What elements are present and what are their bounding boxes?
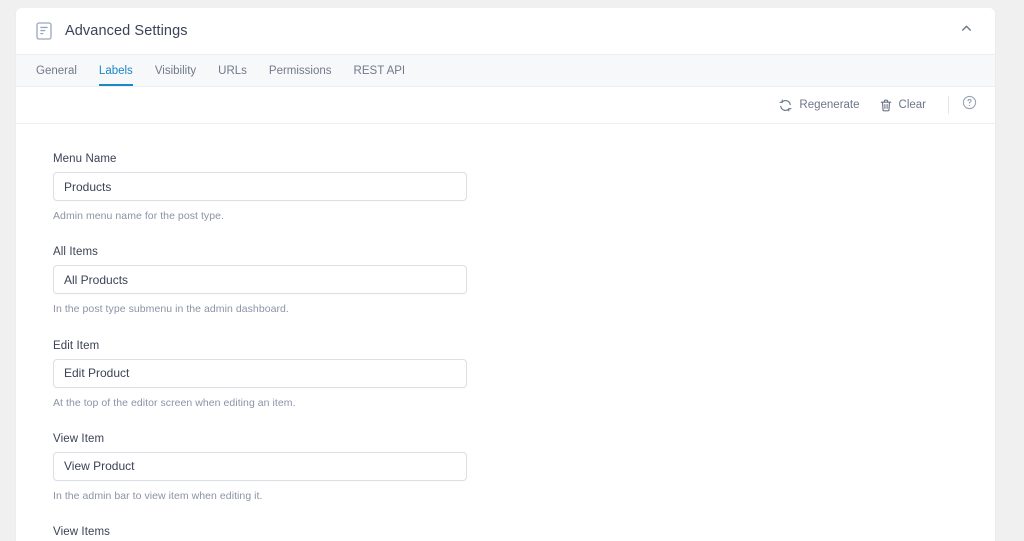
tab-general[interactable]: General: [36, 55, 88, 86]
chevron-up-icon: [960, 22, 973, 40]
tab-label: REST API: [353, 64, 406, 77]
advanced-settings-card: Advanced Settings General Labels Visibil…: [16, 8, 995, 541]
field-all-items: All Items In the post type submenu in th…: [53, 246, 975, 317]
field-label: All Items: [53, 246, 98, 259]
tab-permissions[interactable]: Permissions: [258, 55, 343, 86]
toolbar-divider: [948, 96, 949, 114]
tab-label: General: [36, 64, 77, 77]
help-button[interactable]: [959, 95, 979, 115]
tab-rest-api[interactable]: REST API: [343, 55, 417, 86]
tab-label: Permissions: [268, 64, 332, 77]
tab-visibility[interactable]: Visibility: [144, 55, 207, 86]
trash-icon: [880, 99, 892, 112]
tab-label: Visibility: [154, 64, 197, 77]
tab-label: URLs: [218, 64, 247, 77]
field-label: View Item: [53, 432, 105, 445]
view-item-input[interactable]: [53, 451, 467, 481]
card-header: Advanced Settings: [16, 8, 995, 55]
labels-form: Menu Name Admin menu name for the post t…: [16, 124, 995, 541]
field-help-text: At the top of the editor screen when edi…: [53, 396, 296, 409]
field-label: Menu Name: [53, 153, 117, 165]
page-root: Advanced Settings General Labels Visibil…: [0, 0, 1024, 541]
field-help-text: In the admin bar to view item when editi…: [53, 489, 263, 502]
edit-item-input[interactable]: [53, 358, 467, 388]
field-edit-item: Edit Item At the top of the editor scree…: [53, 340, 975, 411]
settings-tabs: General Labels Visibility URLs Permissio…: [16, 55, 995, 87]
regenerate-button[interactable]: Regenerate: [769, 95, 869, 116]
help-circle-icon: [962, 95, 977, 115]
field-view-items: View Items Appears in the admin bar in t…: [53, 526, 975, 541]
field-menu-name: Menu Name Admin menu name for the post t…: [53, 153, 975, 224]
page-title: Advanced Settings: [65, 23, 188, 39]
refresh-icon: [779, 99, 792, 112]
field-view-item: View Item In the admin bar to view item …: [53, 433, 975, 504]
document-icon: [36, 22, 52, 40]
all-items-input[interactable]: [53, 265, 467, 295]
labels-toolbar: Regenerate Clear: [16, 87, 995, 124]
regenerate-label: Regenerate: [799, 99, 860, 111]
field-help-text: In the post type submenu in the admin da…: [53, 303, 289, 316]
card-header-left: Advanced Settings: [36, 22, 188, 40]
clear-button[interactable]: Clear: [870, 95, 936, 116]
field-label: Edit Item: [53, 339, 100, 352]
tab-labels[interactable]: Labels: [88, 55, 144, 86]
tab-label: Labels: [98, 64, 133, 77]
collapse-card-button[interactable]: [955, 20, 977, 42]
field-label: View Items: [53, 526, 111, 539]
clear-label: Clear: [898, 99, 926, 111]
tab-urls[interactable]: URLs: [207, 55, 258, 86]
field-help-text: Admin menu name for the post type.: [53, 210, 224, 222]
menu-name-input[interactable]: [53, 172, 467, 201]
